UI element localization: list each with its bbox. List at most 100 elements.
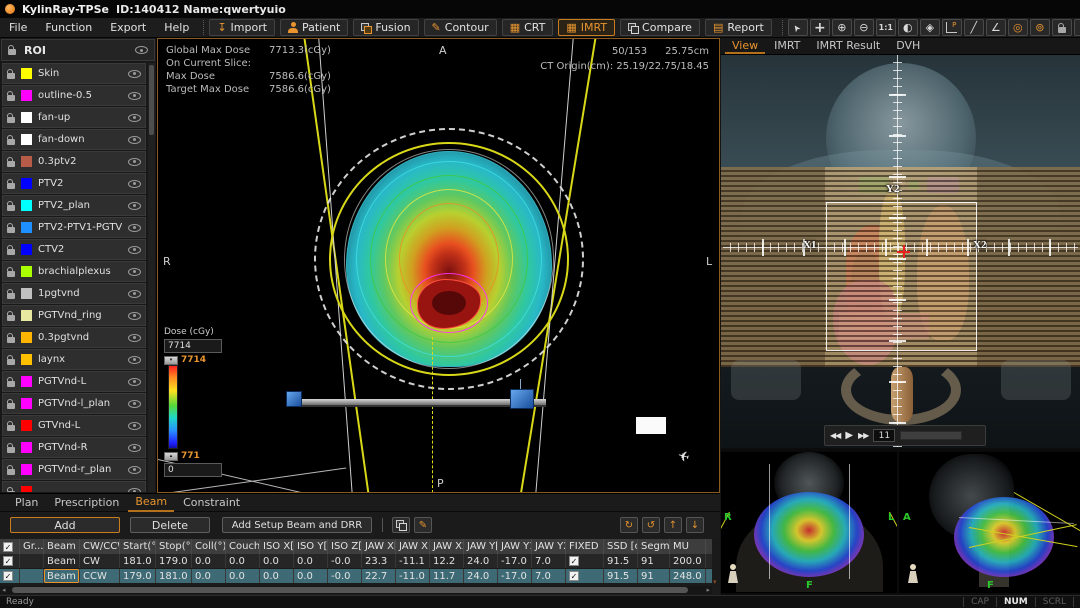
column-header[interactable]: Start(°) bbox=[120, 539, 156, 554]
table-cell[interactable]: 200.0 bbox=[670, 554, 706, 568]
table-cell[interactable]: 0.0 bbox=[260, 554, 294, 568]
column-header[interactable]: Gr... bbox=[20, 539, 44, 554]
pointer-tool-button[interactable]: ➤ bbox=[788, 19, 808, 36]
table-vertical-scrollbar[interactable]: ▾ bbox=[712, 539, 720, 586]
table-cell[interactable]: Beam 2 bbox=[44, 569, 80, 583]
row-select-cell[interactable]: ✓ bbox=[0, 554, 20, 568]
delete-beam-button[interactable]: Delete bbox=[130, 517, 210, 533]
lock-icon[interactable] bbox=[7, 73, 15, 79]
table-cell[interactable]: 11.7 bbox=[430, 569, 464, 583]
toolbar-button-crt[interactable]: ▦CRT bbox=[502, 19, 554, 36]
table-cell[interactable]: 91 bbox=[638, 554, 670, 568]
pan-tool-button[interactable]: + bbox=[810, 19, 830, 36]
table-cell[interactable]: 0.0 bbox=[226, 569, 260, 583]
visibility-icon[interactable] bbox=[128, 400, 141, 408]
fixed-checkbox[interactable]: ✓ bbox=[569, 571, 579, 581]
fast-forward-button[interactable]: ▶▶ bbox=[858, 431, 868, 440]
roi-list-item[interactable]: PTV2_plan bbox=[2, 195, 146, 216]
table-cell[interactable]: 0.0 bbox=[294, 569, 328, 583]
scroll-down-arrow[interactable]: ▾ bbox=[713, 578, 717, 586]
table-cell[interactable]: 0.0 bbox=[192, 569, 226, 583]
column-header[interactable]: SSD [cm] bbox=[604, 539, 638, 554]
fixed-checkbox[interactable]: ✓ bbox=[569, 556, 579, 566]
toolbar-button-report[interactable]: ▤Report bbox=[705, 19, 772, 36]
table-cell[interactable]: ✓ bbox=[566, 569, 604, 583]
column-header[interactable]: JAW X[... bbox=[362, 539, 396, 554]
column-header[interactable]: ISO X[c... bbox=[260, 539, 294, 554]
select-all-checkbox[interactable]: ✓ bbox=[3, 542, 13, 552]
lock-icon[interactable] bbox=[7, 183, 15, 189]
visibility-icon[interactable] bbox=[128, 488, 141, 493]
move-down-button[interactable]: ↓ bbox=[686, 517, 704, 533]
table-cell[interactable]: 12.2 bbox=[430, 554, 464, 568]
lock-icon[interactable] bbox=[7, 249, 15, 255]
tab-prescription[interactable]: Prescription bbox=[47, 495, 126, 511]
lock-icon[interactable] bbox=[8, 49, 16, 55]
dose-upper-handle[interactable]: ▾ bbox=[164, 356, 178, 365]
table-cell[interactable]: 0.0 bbox=[192, 554, 226, 568]
visibility-icon[interactable] bbox=[128, 290, 141, 298]
table-cell[interactable]: 91 bbox=[638, 569, 670, 583]
visibility-icon[interactable] bbox=[128, 466, 141, 474]
column-header[interactable]: Beam ID bbox=[44, 539, 80, 554]
table-cell[interactable]: CW bbox=[80, 554, 120, 568]
roi-list-item[interactable]: outline-0.5 bbox=[2, 85, 146, 106]
dose-wash-button[interactable]: ⊚ bbox=[1030, 19, 1050, 36]
rotate-cw-button[interactable]: ↻ bbox=[620, 517, 638, 533]
axial-view[interactable]: ✈ Global Max Dose 7713.3(cGy) On Current… bbox=[157, 38, 720, 493]
table-horizontal-scrollbar[interactable]: ◂ ▸ bbox=[0, 586, 712, 594]
column-header[interactable]: Couch(°) bbox=[226, 539, 260, 554]
table-cell[interactable]: -17.0 bbox=[498, 569, 532, 583]
roi-list-item[interactable]: 0.3ptv2 bbox=[2, 151, 146, 172]
roi-list-item[interactable]: PGTVnd-r_plan bbox=[2, 459, 146, 480]
playback-progress[interactable] bbox=[900, 431, 962, 440]
lock-icon[interactable] bbox=[7, 227, 15, 233]
tab-constraint[interactable]: Constraint bbox=[176, 495, 247, 511]
contrast-button[interactable]: ◐ bbox=[898, 19, 918, 36]
visibility-icon[interactable] bbox=[128, 114, 141, 122]
scroll-right-arrow[interactable]: ▸ bbox=[706, 586, 710, 594]
table-cell[interactable]: 7.0 bbox=[532, 569, 566, 583]
column-header[interactable]: Segment bbox=[638, 539, 670, 554]
visibility-icon[interactable] bbox=[128, 444, 141, 452]
visibility-icon[interactable] bbox=[128, 224, 141, 232]
rewind-button[interactable]: ◀◀ bbox=[830, 431, 840, 440]
lock-icon[interactable] bbox=[7, 447, 15, 453]
copy-beam-button[interactable] bbox=[392, 517, 410, 533]
visibility-icon[interactable] bbox=[128, 136, 141, 144]
roi-list-item[interactable]: PGTVnd-L bbox=[2, 371, 146, 392]
rotate-3d-button[interactable]: ◈ bbox=[920, 19, 940, 36]
visibility-icon[interactable] bbox=[128, 246, 141, 254]
lock-icon[interactable] bbox=[7, 139, 15, 145]
roi-list-item[interactable]: PGTVnd_ring bbox=[2, 305, 146, 326]
tab-imrt[interactable]: IMRT bbox=[767, 38, 807, 54]
lock-icon[interactable] bbox=[7, 315, 15, 321]
tab-dvh[interactable]: DVH bbox=[889, 38, 927, 54]
lock-icon[interactable] bbox=[7, 205, 15, 211]
row-checkbox[interactable]: ✓ bbox=[3, 571, 13, 581]
toolbar-button-imrt[interactable]: ▦IMRT bbox=[558, 19, 615, 36]
lock-icon[interactable] bbox=[7, 403, 15, 409]
roi-list-item[interactable]: PGTVnd-R bbox=[2, 437, 146, 458]
column-header[interactable]: JAW X1... bbox=[396, 539, 430, 554]
table-cell[interactable]: 181.0 bbox=[120, 554, 156, 568]
visibility-all-icon[interactable] bbox=[135, 46, 148, 54]
point-dose-button[interactable]: P bbox=[942, 19, 962, 36]
lock-tool-button[interactable] bbox=[1052, 19, 1072, 36]
scrollbar-thumb[interactable] bbox=[12, 587, 688, 593]
lock-icon[interactable] bbox=[7, 359, 15, 365]
table-cell[interactable]: -0.0 bbox=[328, 554, 362, 568]
column-header[interactable]: JAW Y[c... bbox=[464, 539, 498, 554]
column-header[interactable]: Coll(°) bbox=[192, 539, 226, 554]
edit-beam-button[interactable]: ✎ bbox=[414, 517, 432, 533]
roi-list-item[interactable]: Skin bbox=[2, 63, 146, 84]
roi-list-item[interactable]: PGTVnd-l_plan bbox=[2, 393, 146, 414]
table-cell[interactable]: 91.5 bbox=[604, 569, 638, 583]
row-select-cell[interactable]: ✓ bbox=[0, 569, 20, 583]
toolbar-button-fusion[interactable]: Fusion bbox=[353, 19, 418, 36]
dose-min-input[interactable]: 0 bbox=[164, 463, 222, 477]
column-header[interactable]: JAW Y2... bbox=[532, 539, 566, 554]
lock-icon[interactable] bbox=[7, 381, 15, 387]
lock-icon[interactable] bbox=[7, 425, 15, 431]
table-cell[interactable]: 22.7 bbox=[362, 569, 396, 583]
